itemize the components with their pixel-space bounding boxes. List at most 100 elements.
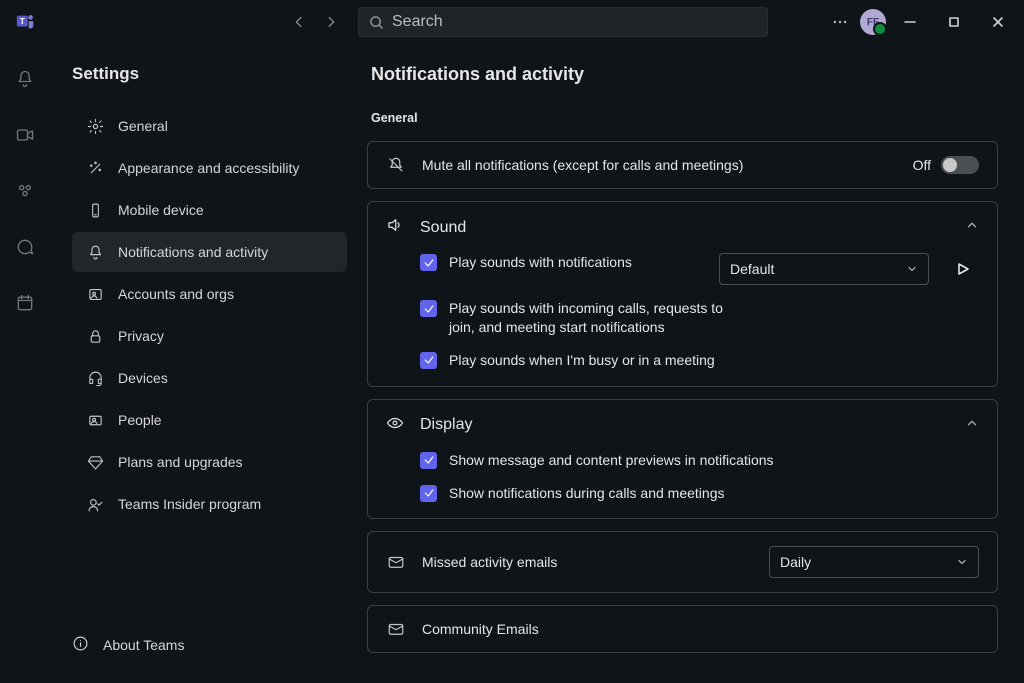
settings-title: Settings xyxy=(72,64,347,84)
chat-icon xyxy=(15,237,35,257)
rail-meet[interactable] xyxy=(8,118,42,152)
nav-item-privacy[interactable]: Privacy xyxy=(72,316,347,356)
nav-forward-button[interactable] xyxy=(316,7,346,37)
gear-icon xyxy=(86,118,104,135)
diamond-icon xyxy=(86,454,104,471)
display-opt2-checkbox[interactable] xyxy=(420,485,437,502)
nav-item-devices[interactable]: Devices xyxy=(72,358,347,398)
sound-header[interactable]: Sound xyxy=(368,202,997,253)
mute-toggle[interactable] xyxy=(941,156,979,174)
nav-item-label: Plans and upgrades xyxy=(118,454,243,470)
avatar[interactable]: FF xyxy=(860,9,886,35)
nav-item-label: Privacy xyxy=(118,328,164,344)
nav-item-label: People xyxy=(118,412,162,428)
people-icon xyxy=(86,412,104,429)
sound-select[interactable]: Default xyxy=(719,253,929,285)
mute-label: Mute all notifications (except for calls… xyxy=(422,157,743,173)
sound-opt3-label: Play sounds when I'm busy or in a meetin… xyxy=(449,351,715,370)
avatar-initials: FF xyxy=(867,17,879,28)
community-icon xyxy=(15,181,35,201)
display-opt2-label: Show notifications during calls and meet… xyxy=(449,484,725,503)
bell-icon xyxy=(15,69,35,89)
nav-item-label: General xyxy=(118,118,168,134)
search-placeholder: Search xyxy=(392,13,443,31)
missed-emails-title: Missed activity emails xyxy=(422,554,557,570)
phone-icon xyxy=(86,202,104,219)
calendar-icon xyxy=(15,293,35,313)
about-teams-label: About Teams xyxy=(103,637,184,653)
play-sound-button[interactable] xyxy=(947,253,979,285)
sound-card: Sound Play sounds with notifications Def… xyxy=(367,201,998,387)
more-button[interactable] xyxy=(824,6,856,38)
sound-opt2-label: Play sounds with incoming calls, request… xyxy=(449,299,729,337)
rail-chat[interactable] xyxy=(8,230,42,264)
nav-item-label: Appearance and accessibility xyxy=(118,160,299,176)
eye-icon xyxy=(386,414,404,437)
app-logo: T xyxy=(12,8,40,36)
display-opt1-label: Show message and content previews in not… xyxy=(449,451,774,470)
mute-state-label: Off xyxy=(913,157,931,173)
nav-item-label: Mobile device xyxy=(118,202,204,218)
page-title: Notifications and activity xyxy=(367,64,998,85)
nav-item-accounts-and-orgs[interactable]: Accounts and orgs xyxy=(72,274,347,314)
sound-opt2-checkbox[interactable] xyxy=(420,300,437,317)
about-teams-link[interactable]: About Teams xyxy=(72,635,184,655)
window-close-button[interactable] xyxy=(978,6,1018,38)
nav-item-mobile-device[interactable]: Mobile device xyxy=(72,190,347,230)
sound-title: Sound xyxy=(420,219,466,237)
mute-bell-icon xyxy=(386,156,406,174)
nav-item-teams-insider-program[interactable]: Teams Insider program xyxy=(72,484,347,524)
speaker-icon xyxy=(386,216,404,239)
search-input[interactable]: Search xyxy=(358,7,768,37)
missed-emails-card: Missed activity emails Daily xyxy=(367,531,998,593)
headset-icon xyxy=(86,370,104,387)
sound-opt3-checkbox[interactable] xyxy=(420,352,437,369)
mute-card: Mute all notifications (except for calls… xyxy=(367,141,998,189)
content-pane: Notifications and activity General Mute … xyxy=(355,44,1024,683)
rail-activity[interactable] xyxy=(8,62,42,96)
left-rail xyxy=(0,44,50,683)
community-emails-title: Community Emails xyxy=(422,621,539,637)
info-icon xyxy=(72,635,89,655)
community-emails-card: Community Emails xyxy=(367,605,998,653)
nav-item-plans-and-upgrades[interactable]: Plans and upgrades xyxy=(72,442,347,482)
chevron-up-icon xyxy=(965,416,979,435)
chevron-down-icon xyxy=(906,263,918,275)
sound-opt1-label: Play sounds with notifications xyxy=(449,253,632,272)
nav-item-label: Devices xyxy=(118,370,168,386)
lock-icon xyxy=(86,328,104,345)
nav-item-people[interactable]: People xyxy=(72,400,347,440)
nav-back-button[interactable] xyxy=(284,7,314,37)
mail-icon xyxy=(386,553,406,571)
nav-item-notifications-and-activity[interactable]: Notifications and activity xyxy=(72,232,347,272)
rail-community[interactable] xyxy=(8,174,42,208)
chevron-down-icon xyxy=(956,556,968,568)
video-icon xyxy=(15,125,35,145)
settings-sidebar: Settings General Appearance and accessibi… xyxy=(50,44,355,683)
missed-emails-value: Daily xyxy=(780,554,811,570)
insider-icon xyxy=(86,496,104,513)
display-card: Display Show message and content preview… xyxy=(367,399,998,520)
mail-icon xyxy=(386,620,406,638)
nav-item-appearance-and-accessibility[interactable]: Appearance and accessibility xyxy=(72,148,347,188)
display-opt1-checkbox[interactable] xyxy=(420,452,437,469)
nav-item-label: Teams Insider program xyxy=(118,496,261,512)
display-title: Display xyxy=(420,416,472,434)
chevron-up-icon xyxy=(965,218,979,237)
search-icon xyxy=(369,15,384,30)
window-maximize-button[interactable] xyxy=(934,6,974,38)
rail-calendar[interactable] xyxy=(8,286,42,320)
sound-select-value: Default xyxy=(730,261,774,277)
display-header[interactable]: Display xyxy=(368,400,997,451)
nav-item-general[interactable]: General xyxy=(72,106,347,146)
account-icon xyxy=(86,286,104,303)
nav-item-label: Accounts and orgs xyxy=(118,286,234,302)
sound-opt1-checkbox[interactable] xyxy=(420,254,437,271)
wand-icon xyxy=(86,160,104,177)
window-minimize-button[interactable] xyxy=(890,6,930,38)
svg-text:T: T xyxy=(20,17,25,26)
nav-item-label: Notifications and activity xyxy=(118,244,268,260)
missed-emails-select[interactable]: Daily xyxy=(769,546,979,578)
bell-icon xyxy=(86,244,104,261)
title-bar: T Search FF xyxy=(0,0,1024,44)
